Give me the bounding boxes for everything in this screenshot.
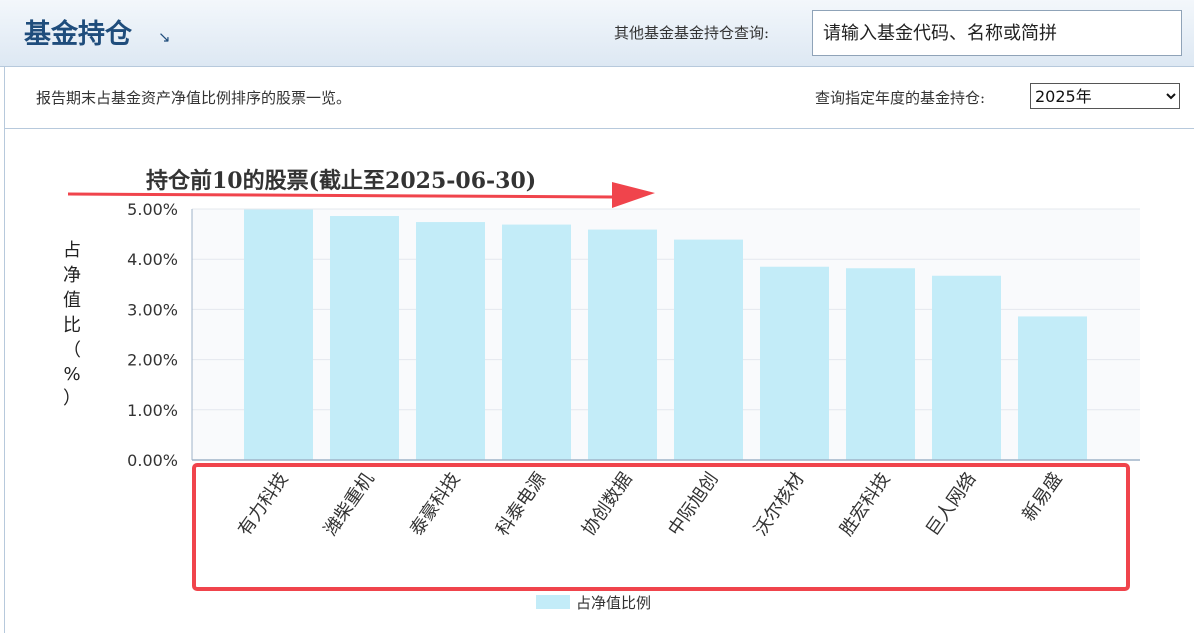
bar[interactable] bbox=[760, 266, 829, 460]
x-tick-label: 科泰电源 bbox=[492, 469, 550, 540]
y-axis-title-char: 值 bbox=[63, 290, 81, 311]
y-tick-label: 5.00% bbox=[127, 200, 178, 219]
y-tick-label: 4.00% bbox=[127, 250, 178, 269]
y-axis-title-char: ） bbox=[63, 388, 81, 409]
holdings-bar-chart: 0.00% 1.00% 2.00% 3.00% 4.00% 5.00% 有力科技 潍柴重机泰… bbox=[63, 168, 1140, 612]
y-tick-labels: 0.00% 1.00% 2.00% 3.00% 4.00% 5.00% bbox=[127, 200, 178, 470]
chart-title: 持仓前10的股票(截止至2025-06-30) bbox=[146, 168, 536, 194]
y-axis-title-char: 比 bbox=[63, 315, 81, 336]
x-tick-label: 巨人网络 bbox=[922, 469, 980, 540]
bar[interactable] bbox=[330, 216, 399, 460]
legend-label: 占净值比例 bbox=[576, 594, 651, 612]
bar[interactable] bbox=[502, 224, 571, 460]
x-tick-label: 潍柴重机 bbox=[320, 469, 378, 540]
x-tick-label: 有力科技 bbox=[234, 469, 292, 540]
y-tick-label: 0.00% bbox=[127, 451, 178, 470]
y-tick-label: 1.00% bbox=[127, 401, 178, 420]
bar[interactable] bbox=[416, 222, 485, 460]
x-tick-label: 胜宏科技 bbox=[836, 469, 894, 540]
y-axis-title-char: 净 bbox=[63, 265, 81, 286]
bar[interactable] bbox=[244, 209, 313, 460]
y-tick-label: 3.00% bbox=[127, 300, 178, 319]
x-tick-label: 沃尔核材 bbox=[750, 469, 808, 540]
bar[interactable] bbox=[1018, 316, 1087, 460]
bar[interactable] bbox=[674, 239, 743, 460]
bar[interactable] bbox=[932, 275, 1001, 460]
x-tick-label: 中际旭创 bbox=[664, 469, 722, 540]
x-tick-label: 协创数据 bbox=[578, 469, 636, 540]
y-axis-title: 占净值比 （% ） bbox=[63, 240, 81, 409]
y-axis-title-char: % bbox=[63, 364, 80, 385]
bar[interactable] bbox=[588, 229, 657, 460]
y-tick-label: 2.00% bbox=[127, 351, 178, 370]
legend: 占净值比例 bbox=[536, 594, 651, 612]
x-tick-label: 新易盛 bbox=[1018, 469, 1066, 525]
bar[interactable] bbox=[846, 268, 915, 460]
x-tick-labels: 有力科技 潍柴重机 泰豪科技 科泰电源 协创数据 中际旭创 沃尔核材 胜宏科技 巨人网络 新易盛 bbox=[234, 469, 1066, 540]
legend-swatch bbox=[536, 595, 570, 609]
x-tick-label: 泰豪科技 bbox=[406, 469, 464, 540]
y-axis-title-char: （ bbox=[63, 340, 81, 361]
y-axis-title-char: 占 bbox=[63, 240, 81, 261]
